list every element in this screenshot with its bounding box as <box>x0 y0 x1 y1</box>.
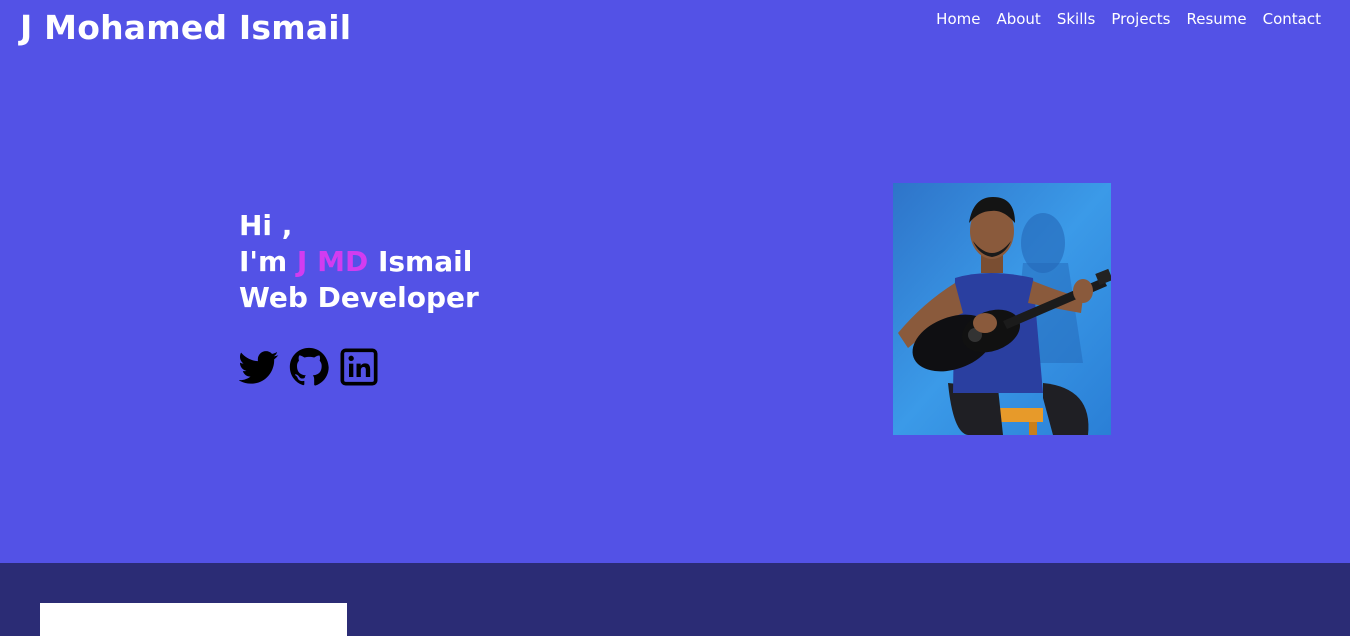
twitter-icon <box>238 351 279 384</box>
hero-role: Web Developer <box>239 281 479 314</box>
linkedin-link[interactable] <box>339 346 379 388</box>
nav-menu: Home About Skills Projects Resume Contac… <box>936 10 1321 28</box>
hero-greeting: Hi , <box>239 209 293 242</box>
page: J Mohamed Ismail Home About Skills Proje… <box>0 0 1350 636</box>
hero-name-line: I'm J MD Ismail <box>239 244 479 280</box>
hero-name-highlight: J MD <box>296 245 369 278</box>
profile-photo-image <box>893 183 1111 435</box>
social-links <box>238 346 379 388</box>
nav-link-about[interactable]: About <box>996 10 1040 28</box>
linkedin-icon <box>340 348 378 386</box>
twitter-link[interactable] <box>238 346 279 388</box>
nav-link-contact[interactable]: Contact <box>1263 10 1321 28</box>
nav-link-skills[interactable]: Skills <box>1057 10 1096 28</box>
hero-intro-prefix: I'm <box>239 245 297 278</box>
hero-name-rest: Ismail <box>368 245 473 278</box>
profile-photo <box>893 183 1111 435</box>
nav-link-resume[interactable]: Resume <box>1187 10 1247 28</box>
navbar: J Mohamed Ismail Home About Skills Proje… <box>0 0 1350 60</box>
github-link[interactable] <box>289 346 329 388</box>
about-card <box>40 603 347 636</box>
github-icon <box>289 347 329 386</box>
nav-link-projects[interactable]: Projects <box>1111 10 1170 28</box>
hero-intro: Hi , I'm J MD Ismail Web Developer <box>239 208 479 316</box>
brand-title[interactable]: J Mohamed Ismail <box>20 8 351 47</box>
nav-link-home[interactable]: Home <box>936 10 980 28</box>
